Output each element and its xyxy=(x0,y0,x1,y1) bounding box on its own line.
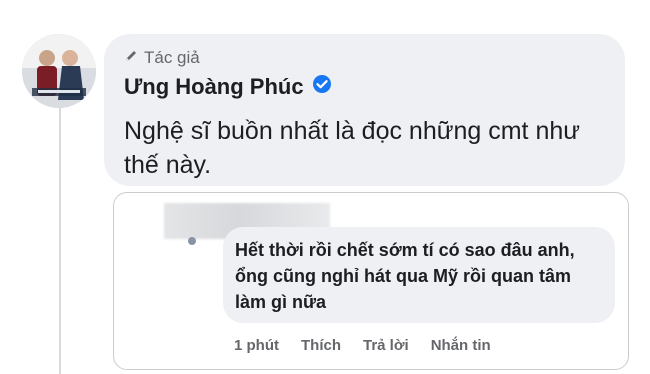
author-comment-bubble: Tác giả Ưng Hoàng Phúc Nghệ sĩ buồn nhất… xyxy=(104,34,625,186)
reply-card: Hết thời rồi chết sớm tí có sao đâu anh,… xyxy=(113,192,629,370)
avatar-image xyxy=(22,34,96,108)
thread-line xyxy=(59,100,61,374)
like-button[interactable]: Thích xyxy=(301,337,341,354)
reply-button[interactable]: Trả lời xyxy=(363,337,409,354)
reply-actions: 1 phút Thích Trả lời Nhắn tin xyxy=(234,337,491,354)
avatar[interactable] xyxy=(22,34,96,108)
comment-text: Nghệ sĩ buồn nhất là đọc những cmt như t… xyxy=(124,117,580,179)
reply-timestamp[interactable]: 1 phút xyxy=(234,337,279,354)
pencil-icon xyxy=(124,48,138,68)
reply-comment-bubble: Hết thời rồi chết sớm tí có sao đâu anh,… xyxy=(223,227,615,323)
reply-text: Hết thời rồi chết sớm tí có sao đâu anh,… xyxy=(235,240,575,312)
comment-thread: Tác giả Ưng Hoàng Phúc Nghệ sĩ buồn nhất… xyxy=(0,0,650,374)
message-button[interactable]: Nhắn tin xyxy=(431,337,491,354)
author-name[interactable]: Ưng Hoàng Phúc xyxy=(124,74,332,100)
author-badge: Tác giả xyxy=(124,48,200,68)
verified-badge-icon xyxy=(312,74,332,100)
reply-avatar-dot xyxy=(188,237,196,245)
author-badge-label: Tác giả xyxy=(144,48,200,67)
author-name-text[interactable]: Ưng Hoàng Phúc xyxy=(124,74,304,100)
